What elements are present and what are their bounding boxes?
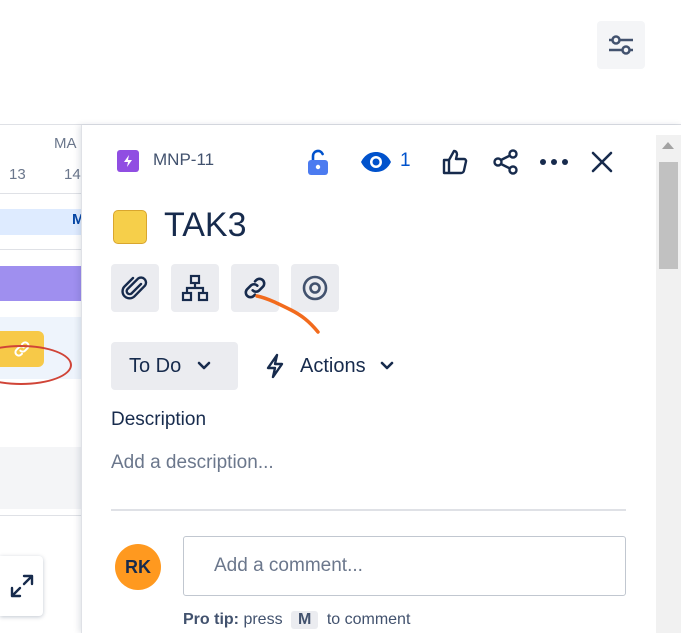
timeline-day-label: 14 bbox=[64, 166, 81, 183]
status-dropdown[interactable]: To Do bbox=[111, 342, 238, 390]
unlock-icon[interactable] bbox=[305, 147, 331, 177]
top-bar bbox=[0, 0, 681, 124]
actions-label: Actions bbox=[300, 354, 366, 377]
scroll-up-arrow[interactable] bbox=[662, 142, 674, 149]
timeline-area: MA 13 14 M bbox=[0, 125, 82, 633]
timeline-sprint-band: M bbox=[0, 209, 82, 235]
protip-rest: to comment bbox=[326, 611, 411, 628]
scrollbar-thumb[interactable] bbox=[659, 162, 678, 269]
timeline-row[interactable] bbox=[0, 447, 82, 509]
close-icon[interactable] bbox=[589, 149, 615, 175]
status-label: To Do bbox=[129, 354, 182, 377]
watch-count[interactable]: 1 bbox=[400, 150, 411, 172]
expand-icon bbox=[10, 574, 33, 598]
avatar[interactable]: RK bbox=[115, 544, 161, 590]
chevron-down-icon bbox=[380, 361, 393, 370]
keyboard-shortcut: M bbox=[291, 611, 319, 629]
expand-button[interactable] bbox=[0, 556, 43, 616]
comment-input[interactable]: Add a comment... bbox=[183, 536, 626, 596]
lightning-icon bbox=[117, 150, 139, 172]
sliders-icon bbox=[609, 35, 633, 55]
description-field[interactable]: Add a description... bbox=[111, 452, 274, 474]
attach-button[interactable] bbox=[111, 264, 159, 312]
share-icon[interactable] bbox=[492, 148, 520, 176]
section-divider bbox=[111, 509, 626, 511]
issue-color-swatch[interactable] bbox=[113, 210, 147, 244]
lightning-icon bbox=[266, 353, 284, 379]
annotation-underline bbox=[255, 294, 320, 334]
timeline-divider bbox=[0, 515, 82, 516]
protip-press: press bbox=[243, 611, 283, 628]
description-heading: Description bbox=[111, 409, 207, 430]
timeline-epic-bar[interactable] bbox=[0, 266, 82, 301]
eye-icon[interactable] bbox=[360, 150, 392, 174]
timeline-divider bbox=[0, 249, 82, 250]
thumbs-up-icon[interactable] bbox=[441, 148, 469, 176]
more-icon[interactable] bbox=[539, 155, 569, 169]
actions-dropdown[interactable]: Actions bbox=[264, 342, 394, 390]
chevron-down-icon bbox=[197, 361, 211, 370]
issue-title[interactable]: TAK3 bbox=[164, 206, 247, 245]
child-issues-button[interactable] bbox=[171, 264, 219, 312]
attachment-icon bbox=[121, 276, 148, 300]
pro-tip: Pro tip: press M to comment bbox=[183, 611, 410, 629]
view-settings-button[interactable] bbox=[597, 21, 645, 69]
protip-label: Pro tip: bbox=[183, 611, 239, 628]
issue-key-link[interactable]: MNP-11 bbox=[153, 150, 214, 170]
timeline-day-label: 13 bbox=[9, 166, 26, 183]
child-issues-icon bbox=[181, 274, 209, 302]
timeline-divider bbox=[0, 193, 82, 194]
timeline-month-label: MA bbox=[54, 135, 77, 152]
comment-placeholder: Add a comment... bbox=[214, 555, 363, 576]
